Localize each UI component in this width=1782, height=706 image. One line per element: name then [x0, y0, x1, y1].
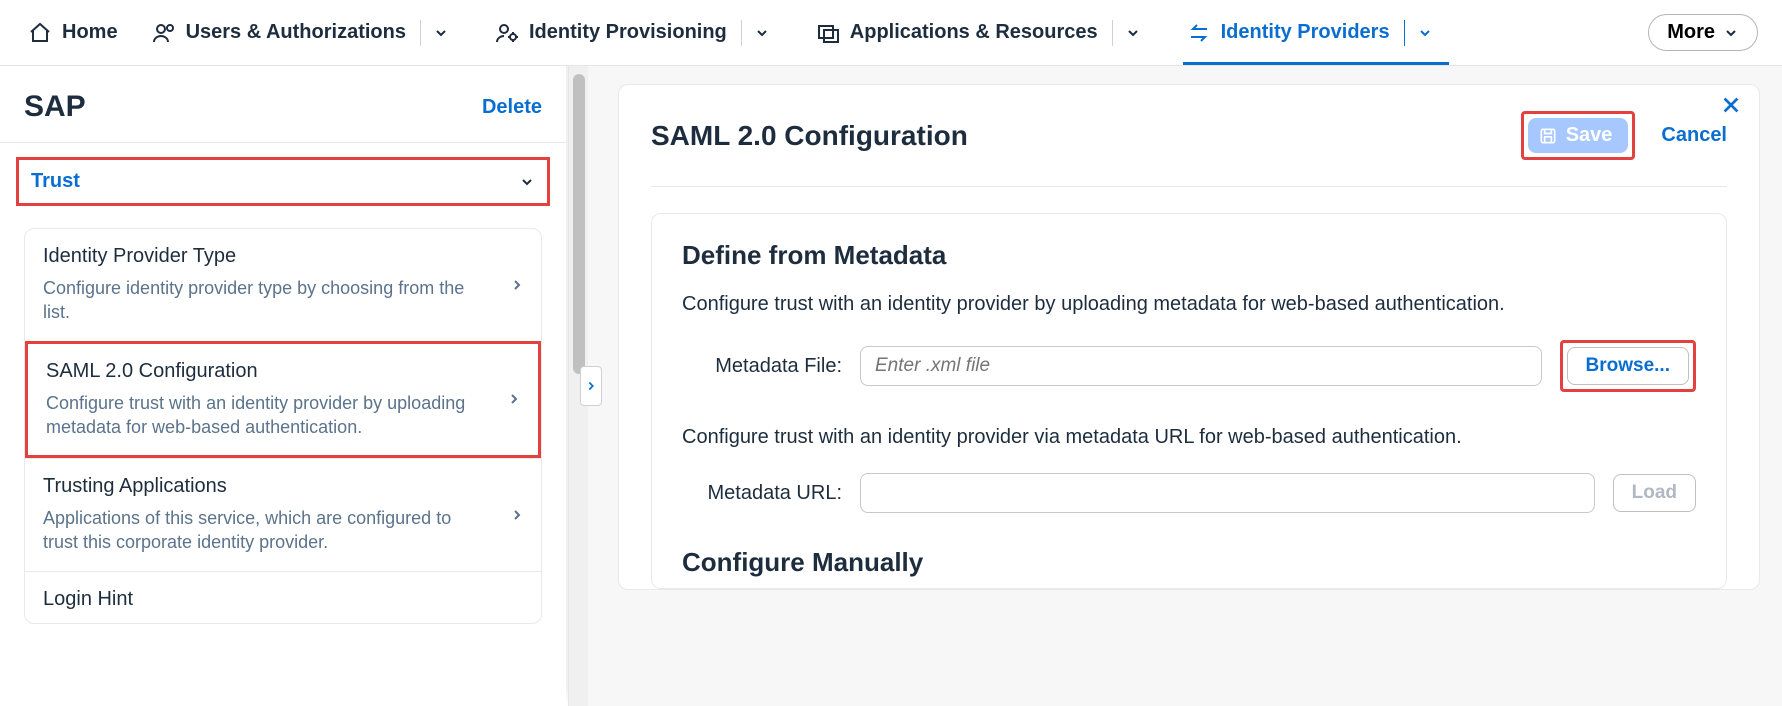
chevron-right-icon [509, 277, 525, 293]
list-item-title: Trusting Applications [43, 475, 491, 498]
nav-home[interactable]: Home [24, 15, 122, 51]
trust-section-header[interactable]: Trust [16, 157, 550, 206]
save-button[interactable]: Save [1528, 118, 1629, 153]
nav-idprov-label: Identity Provisioning [529, 21, 727, 44]
nav-idprov-dropdown[interactable] [741, 20, 782, 46]
nav-apps-dropdown[interactable] [1112, 20, 1153, 46]
save-label: Save [1566, 124, 1613, 147]
list-item-title: Identity Provider Type [43, 245, 491, 268]
section-title: Define from Metadata [682, 240, 1696, 271]
metadata-file-row: Metadata File: Browse... [682, 340, 1696, 392]
metadata-file-input[interactable] [860, 346, 1542, 386]
left-panel-wrap: SAP Delete Trust Identity Provider Type … [0, 66, 588, 706]
chevron-right-icon [509, 507, 525, 523]
list-item-desc: Configure identity provider type by choo… [43, 276, 491, 325]
nav-idp-dropdown[interactable] [1404, 20, 1445, 46]
define-from-metadata-section: Define from Metadata Configure trust wit… [651, 213, 1727, 589]
left-panel: SAP Delete Trust Identity Provider Type … [0, 66, 566, 706]
sync-icon [1187, 21, 1211, 45]
users-icon [152, 21, 176, 45]
section-desc-1: Configure trust with an identity provide… [682, 293, 1696, 316]
list-item-idp-type[interactable]: Identity Provider Type Configure identit… [25, 229, 541, 341]
trust-list: Identity Provider Type Configure identit… [24, 228, 542, 624]
list-item-trusting-apps[interactable]: Trusting Applications Applications of th… [25, 458, 541, 571]
metadata-file-label: Metadata File: [682, 355, 842, 378]
idp-name: SAP [24, 90, 86, 124]
left-header: SAP Delete [0, 66, 566, 143]
nav-idp-label: Identity Providers [1221, 21, 1390, 44]
list-item-saml-config[interactable]: SAML 2.0 Configuration Configure trust w… [25, 341, 541, 459]
nav-apps-label: Applications & Resources [850, 21, 1098, 44]
metadata-url-label: Metadata URL: [682, 482, 842, 505]
card-title: SAML 2.0 Configuration [651, 120, 968, 152]
browse-highlight: Browse... [1560, 340, 1696, 392]
nav-home-label: Home [62, 21, 118, 44]
right-panel-wrap: SAML 2.0 Configuration Save Cancel [588, 66, 1782, 706]
cancel-link[interactable]: Cancel [1661, 124, 1727, 147]
nav-identity-providers[interactable]: Identity Providers [1183, 14, 1449, 65]
delete-link[interactable]: Delete [482, 96, 542, 119]
list-item-login-hint[interactable]: Login Hint [25, 571, 541, 623]
card-actions: Save Cancel [1521, 111, 1727, 160]
metadata-url-input[interactable] [860, 473, 1595, 513]
config-card: SAML 2.0 Configuration Save Cancel [618, 84, 1760, 590]
scrollbar-thumb[interactable] [573, 74, 585, 374]
main-area: SAP Delete Trust Identity Provider Type … [0, 66, 1782, 706]
metadata-url-row: Metadata URL: Load [682, 473, 1696, 513]
right-panel: SAML 2.0 Configuration Save Cancel [588, 66, 1782, 590]
nav-users-dropdown[interactable] [420, 20, 461, 46]
close-icon[interactable] [1720, 94, 1742, 116]
chevron-down-icon [519, 174, 535, 190]
list-item-title: Login Hint [43, 588, 491, 611]
card-header: SAML 2.0 Configuration Save Cancel [651, 111, 1727, 187]
applications-icon [816, 21, 840, 45]
more-button[interactable]: More [1648, 14, 1758, 51]
list-item-desc: Configure trust with an identity provide… [46, 391, 488, 440]
chevron-right-icon [506, 391, 522, 407]
nav-users[interactable]: Users & Authorizations [148, 14, 465, 52]
load-button[interactable]: Load [1613, 474, 1696, 512]
section-desc-2: Configure trust with an identity provide… [682, 426, 1696, 449]
provisioning-icon [495, 21, 519, 45]
more-label: More [1667, 21, 1715, 44]
browse-button[interactable]: Browse... [1567, 347, 1689, 385]
save-icon [1538, 126, 1558, 146]
list-item-title: SAML 2.0 Configuration [46, 360, 488, 383]
nav-users-label: Users & Authorizations [186, 21, 406, 44]
nav-applications[interactable]: Applications & Resources [812, 14, 1157, 52]
save-highlight: Save [1521, 111, 1636, 160]
nav-identity-provisioning[interactable]: Identity Provisioning [491, 14, 786, 52]
collapse-handle[interactable] [580, 366, 602, 406]
top-nav: Home Users & Authorizations Identity Pro… [0, 0, 1782, 66]
configure-manually-title: Configure Manually [682, 547, 1696, 578]
home-icon [28, 21, 52, 45]
list-item-desc: Applications of this service, which are … [43, 506, 491, 555]
trust-section-label: Trust [31, 170, 80, 193]
